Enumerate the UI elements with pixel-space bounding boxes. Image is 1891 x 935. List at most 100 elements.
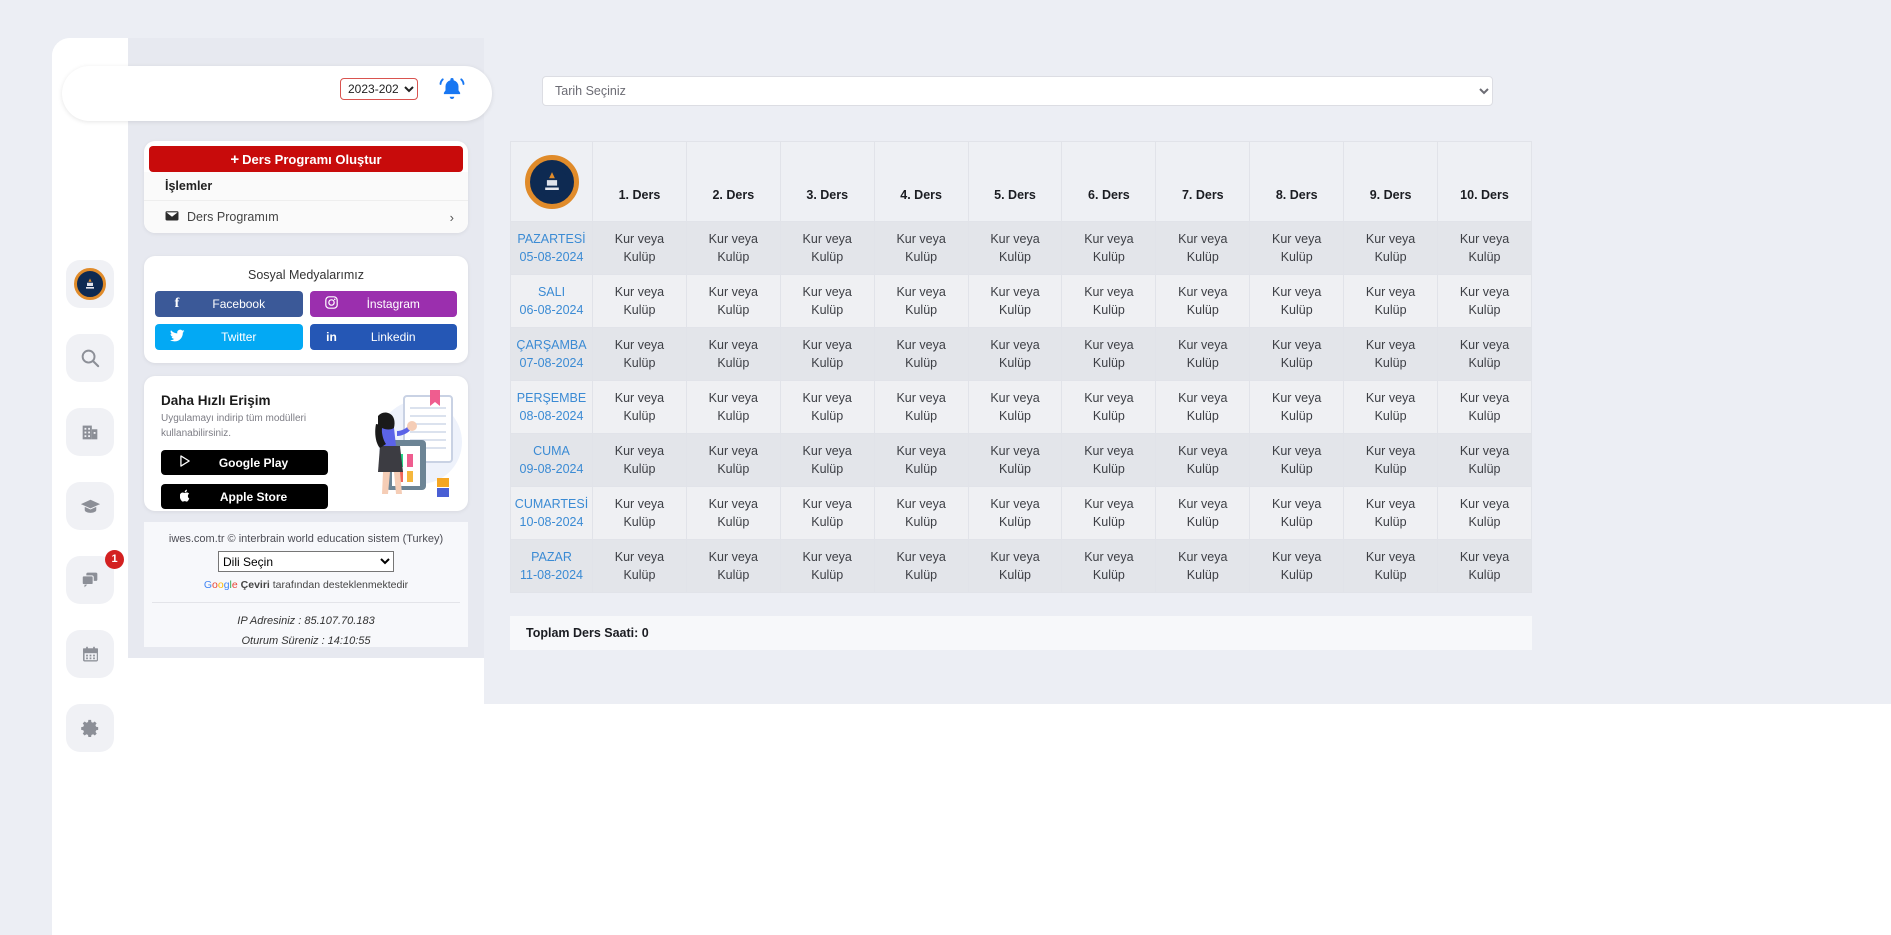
schedule-slot-cell[interactable]: Kur veya Kulüp bbox=[592, 327, 687, 381]
schedule-slot-cell[interactable]: Kur veya Kulüp bbox=[1249, 327, 1345, 381]
schedule-slot-cell[interactable]: Kur veya Kulüp bbox=[1061, 433, 1157, 487]
schedule-slot-cell[interactable]: Kur veya Kulüp bbox=[1343, 433, 1439, 487]
schedule-slot-cell[interactable]: Kur veya Kulüp bbox=[1155, 486, 1251, 540]
schedule-slot-cell[interactable]: Kur veya Kulüp bbox=[967, 433, 1063, 487]
rail-item-logo[interactable] bbox=[66, 260, 114, 308]
schedule-slot-cell[interactable]: Kur veya Kulüp bbox=[779, 274, 875, 328]
schedule-slot-cell[interactable]: Kur veya Kulüp bbox=[685, 221, 781, 275]
schedule-slot-cell[interactable]: Kur veya Kulüp bbox=[685, 433, 781, 487]
schedule-slot-cell[interactable]: Kur veya Kulüp bbox=[1061, 486, 1157, 540]
schedule-slot-cell[interactable]: Kur veya Kulüp bbox=[1155, 221, 1251, 275]
create-course-schedule-button[interactable]: + Ders Programı Oluştur bbox=[149, 146, 463, 172]
schedule-slot-cell[interactable]: Kur veya Kulüp bbox=[1437, 327, 1532, 381]
schedule-day-cell[interactable]: CUMARTESİ 10-08-2024 bbox=[510, 486, 593, 540]
schedule-slot-cell[interactable]: Kur veya Kulüp bbox=[779, 433, 875, 487]
schedule-slot-cell[interactable]: Kur veya Kulüp bbox=[1437, 380, 1532, 434]
rail-item-messages[interactable]: 1 bbox=[66, 550, 124, 604]
schedule-slot-cell[interactable]: Kur veya Kulüp bbox=[1155, 274, 1251, 328]
rail-item-settings[interactable] bbox=[66, 704, 114, 752]
schedule-day-cell[interactable]: ÇARŞAMBA 07-08-2024 bbox=[510, 327, 593, 381]
search-pill[interactable] bbox=[62, 66, 492, 121]
schedule-slot-cell[interactable]: Kur veya Kulüp bbox=[1343, 380, 1439, 434]
slot-line-1: Kur veya bbox=[1178, 496, 1228, 511]
schedule-day-cell[interactable]: PAZAR 11-08-2024 bbox=[510, 539, 593, 593]
schedule-slot-cell[interactable]: Kur veya Kulüp bbox=[1437, 433, 1532, 487]
schedule-slot-cell[interactable]: Kur veya Kulüp bbox=[1249, 274, 1345, 328]
schedule-slot-cell[interactable]: Kur veya Kulüp bbox=[592, 433, 687, 487]
schedule-slot-cell[interactable]: Kur veya Kulüp bbox=[779, 221, 875, 275]
schedule-slot-cell[interactable]: Kur veya Kulüp bbox=[967, 539, 1063, 593]
schedule-slot-cell[interactable]: Kur veya Kulüp bbox=[779, 327, 875, 381]
rail-item-institution[interactable] bbox=[66, 408, 114, 456]
schedule-slot-cell[interactable]: Kur veya Kulüp bbox=[873, 327, 969, 381]
schedule-slot-cell[interactable]: Kur veya Kulüp bbox=[1155, 433, 1251, 487]
facebook-button[interactable]: f Facebook bbox=[155, 291, 303, 317]
rail-item-education[interactable] bbox=[66, 482, 114, 530]
schedule-slot-cell[interactable]: Kur veya Kulüp bbox=[1437, 274, 1532, 328]
schedule-slot-cell[interactable]: Kur veya Kulüp bbox=[779, 380, 875, 434]
schedule-slot-cell[interactable]: Kur veya Kulüp bbox=[1249, 221, 1345, 275]
schedule-slot-cell[interactable]: Kur veya Kulüp bbox=[592, 486, 687, 540]
instagram-button[interactable]: İnstagram bbox=[309, 291, 457, 317]
rail-item-search[interactable] bbox=[66, 334, 114, 382]
schedule-slot-cell[interactable]: Kur veya Kulüp bbox=[1437, 221, 1532, 275]
schedule-slot-cell[interactable]: Kur veya Kulüp bbox=[685, 539, 781, 593]
schedule-slot-cell[interactable]: Kur veya Kulüp bbox=[1249, 486, 1345, 540]
schedule-slot-cell[interactable]: Kur veya Kulüp bbox=[1061, 274, 1157, 328]
schedule-slot-cell[interactable]: Kur veya Kulüp bbox=[1249, 380, 1345, 434]
slot-line-2: Kulüp bbox=[1374, 303, 1407, 317]
google-play-button[interactable]: Google Play bbox=[161, 450, 328, 475]
schedule-slot-cell[interactable]: Kur veya Kulüp bbox=[873, 221, 969, 275]
schedule-slot-cell[interactable]: Kur veya Kulüp bbox=[685, 327, 781, 381]
notifications-bell-button[interactable] bbox=[437, 74, 467, 104]
language-select[interactable]: Dili SeçinTürkçeEnglish bbox=[218, 551, 394, 572]
schedule-slot-cell[interactable]: Kur veya Kulüp bbox=[967, 327, 1063, 381]
rail-item-calendar[interactable] bbox=[66, 630, 114, 678]
schedule-slot-cell[interactable]: Kur veya Kulüp bbox=[1061, 221, 1157, 275]
twitter-button[interactable]: Twitter bbox=[155, 324, 303, 350]
schedule-slot-cell[interactable]: Kur veya Kulüp bbox=[1155, 327, 1251, 381]
schedule-slot-cell[interactable]: Kur veya Kulüp bbox=[685, 486, 781, 540]
menu-item-ders-programim[interactable]: Ders Programım › bbox=[144, 201, 468, 233]
schedule-slot-cell[interactable]: Kur veya Kulüp bbox=[1249, 539, 1345, 593]
schedule-day-cell[interactable]: CUMA 09-08-2024 bbox=[510, 433, 593, 487]
schedule-slot-cell[interactable]: Kur veya Kulüp bbox=[1437, 539, 1532, 593]
schedule-slot-cell[interactable]: Kur veya Kulüp bbox=[592, 539, 687, 593]
schedule-day-cell[interactable]: PERŞEMBE 08-08-2024 bbox=[510, 380, 593, 434]
schedule-slot-cell[interactable]: Kur veya Kulüp bbox=[967, 221, 1063, 275]
schedule-slot-cell[interactable]: Kur veya Kulüp bbox=[873, 539, 969, 593]
academic-year-select[interactable]: 2023-20242022-20232021-2022 bbox=[340, 78, 418, 100]
schedule-slot-cell[interactable]: Kur veya Kulüp bbox=[1343, 327, 1439, 381]
schedule-slot-cell[interactable]: Kur veya Kulüp bbox=[967, 486, 1063, 540]
schedule-slot-cell[interactable]: Kur veya Kulüp bbox=[1061, 327, 1157, 381]
apple-store-button[interactable]: Apple Store bbox=[161, 484, 328, 509]
schedule-slot-cell[interactable]: Kur veya Kulüp bbox=[685, 274, 781, 328]
slot-line-1: Kur veya bbox=[1084, 496, 1134, 511]
schedule-slot-cell[interactable]: Kur veya Kulüp bbox=[873, 274, 969, 328]
schedule-slot-cell[interactable]: Kur veya Kulüp bbox=[1343, 539, 1439, 593]
schedule-slot-cell[interactable]: Kur veya Kulüp bbox=[1249, 433, 1345, 487]
schedule-slot-cell[interactable]: Kur veya Kulüp bbox=[592, 274, 687, 328]
schedule-slot-cell[interactable]: Kur veya Kulüp bbox=[873, 380, 969, 434]
schedule-slot-cell[interactable]: Kur veya Kulüp bbox=[1155, 380, 1251, 434]
date-select[interactable]: Tarih Seçiniz bbox=[542, 76, 1493, 106]
schedule-slot-cell[interactable]: Kur veya Kulüp bbox=[779, 486, 875, 540]
linkedin-button[interactable]: in Linkedin bbox=[309, 324, 457, 350]
schedule-slot-cell[interactable]: Kur veya Kulüp bbox=[967, 274, 1063, 328]
schedule-slot-cell[interactable]: Kur veya Kulüp bbox=[1343, 486, 1439, 540]
schedule-slot-cell[interactable]: Kur veya Kulüp bbox=[1437, 486, 1532, 540]
schedule-slot-cell[interactable]: Kur veya Kulüp bbox=[779, 539, 875, 593]
schedule-slot-cell[interactable]: Kur veya Kulüp bbox=[592, 221, 687, 275]
schedule-slot-cell[interactable]: Kur veya Kulüp bbox=[1343, 274, 1439, 328]
schedule-slot-cell[interactable]: Kur veya Kulüp bbox=[967, 380, 1063, 434]
schedule-slot-cell[interactable]: Kur veya Kulüp bbox=[1061, 380, 1157, 434]
schedule-slot-cell[interactable]: Kur veya Kulüp bbox=[873, 433, 969, 487]
schedule-slot-cell[interactable]: Kur veya Kulüp bbox=[873, 486, 969, 540]
schedule-slot-cell[interactable]: Kur veya Kulüp bbox=[1155, 539, 1251, 593]
schedule-slot-cell[interactable]: Kur veya Kulüp bbox=[1343, 221, 1439, 275]
schedule-slot-cell[interactable]: Kur veya Kulüp bbox=[685, 380, 781, 434]
schedule-slot-cell[interactable]: Kur veya Kulüp bbox=[592, 380, 687, 434]
schedule-day-cell[interactable]: PAZARTESİ 05-08-2024 bbox=[510, 221, 593, 275]
schedule-slot-cell[interactable]: Kur veya Kulüp bbox=[1061, 539, 1157, 593]
schedule-day-cell[interactable]: SALI 06-08-2024 bbox=[510, 274, 593, 328]
